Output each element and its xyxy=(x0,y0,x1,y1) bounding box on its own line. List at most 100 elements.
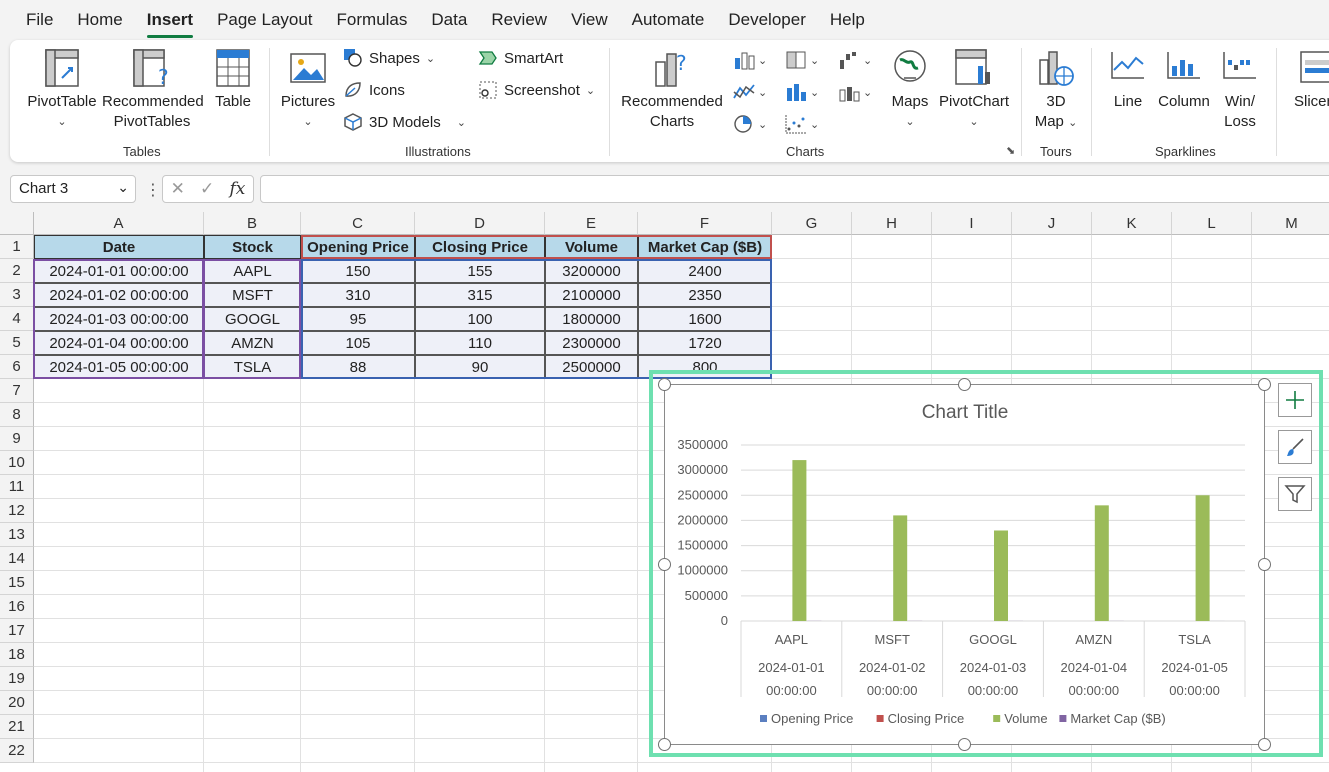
table-cell[interactable]: 1600 xyxy=(638,307,772,331)
table-cell[interactable]: MSFT xyxy=(204,283,301,307)
slicer-button[interactable]: Slicer xyxy=(1292,48,1329,112)
row-header-17[interactable]: 17 xyxy=(0,619,34,643)
table-header-cell[interactable]: Stock xyxy=(204,235,301,259)
row-header-22[interactable]: 22 xyxy=(0,739,34,763)
column-header-c[interactable]: C xyxy=(301,212,415,235)
chart-elements-button[interactable] xyxy=(1278,383,1312,417)
chevron-down-icon[interactable]: ⌄ xyxy=(117,179,129,196)
select-all-corner[interactable] xyxy=(0,212,34,235)
3d-models-button[interactable]: 3D Models ⌄ xyxy=(343,112,466,132)
table-cell[interactable]: 150 xyxy=(301,259,415,283)
column-header-k[interactable]: K xyxy=(1092,212,1172,235)
table-cell[interactable]: 2500000 xyxy=(545,355,638,379)
column-header-j[interactable]: J xyxy=(1012,212,1092,235)
formula-input[interactable] xyxy=(260,175,1329,203)
column-header-m[interactable]: M xyxy=(1252,212,1329,235)
row-header-10[interactable]: 10 xyxy=(0,451,34,475)
column-header-l[interactable]: L xyxy=(1172,212,1252,235)
table-cell[interactable]: 2300000 xyxy=(545,331,638,355)
resize-handle[interactable] xyxy=(658,378,671,391)
column-header-g[interactable]: G xyxy=(772,212,852,235)
table-header-cell[interactable]: Closing Price xyxy=(415,235,545,259)
table-cell[interactable]: TSLA xyxy=(204,355,301,379)
table-cell[interactable]: 105 xyxy=(301,331,415,355)
icons-button[interactable]: Icons xyxy=(343,80,405,100)
row-header-1[interactable]: 1 xyxy=(0,235,34,259)
insert-function-icon[interactable]: fx xyxy=(230,179,246,199)
table-cell[interactable]: 110 xyxy=(415,331,545,355)
pivotchart-button[interactable]: PivotChart ⌄ xyxy=(936,48,1012,132)
column-header-f[interactable]: F xyxy=(638,212,772,235)
row-header-8[interactable]: 8 xyxy=(0,403,34,427)
table-cell[interactable]: 1720 xyxy=(638,331,772,355)
sparkline-winloss-button[interactable]: Win/ Loss xyxy=(1218,48,1262,132)
row-header-4[interactable]: 4 xyxy=(0,307,34,331)
enter-icon[interactable]: ✓ xyxy=(200,179,214,199)
table-cell[interactable]: 310 xyxy=(301,283,415,307)
table-cell[interactable]: 1800000 xyxy=(545,307,638,331)
resize-handle[interactable] xyxy=(958,738,971,751)
row-header-11[interactable]: 11 xyxy=(0,475,34,499)
chart-filters-button[interactable] xyxy=(1278,477,1312,511)
resize-handle[interactable] xyxy=(1258,558,1271,571)
column-header-e[interactable]: E xyxy=(545,212,638,235)
table-cell[interactable]: 2350 xyxy=(638,283,772,307)
row-header-19[interactable]: 19 xyxy=(0,667,34,691)
sparkline-column-button[interactable]: Column xyxy=(1156,48,1212,112)
row-header-15[interactable]: 15 xyxy=(0,571,34,595)
table-cell[interactable]: 155 xyxy=(415,259,545,283)
column-chart-button[interactable]: ⌄ xyxy=(733,50,767,70)
name-box[interactable]: Chart 3 ⌄ xyxy=(10,175,136,203)
table-cell[interactable]: 90 xyxy=(415,355,545,379)
column-header-b[interactable]: B xyxy=(204,212,301,235)
menu-view[interactable]: View xyxy=(571,10,608,30)
shapes-button[interactable]: Shapes ⌄ xyxy=(343,48,435,68)
table-header-cell[interactable]: Market Cap ($B) xyxy=(638,235,772,259)
table-cell[interactable]: 95 xyxy=(301,307,415,331)
column-header-d[interactable]: D xyxy=(415,212,545,235)
combo-chart-button[interactable]: ⌄ xyxy=(838,82,872,102)
column-header-a[interactable]: A xyxy=(34,212,204,235)
table-cell[interactable]: 3200000 xyxy=(545,259,638,283)
chart-styles-button[interactable] xyxy=(1278,430,1312,464)
resize-handle[interactable] xyxy=(958,378,971,391)
column-header-h[interactable]: H xyxy=(852,212,932,235)
resize-handle[interactable] xyxy=(1258,378,1271,391)
row-header-9[interactable]: 9 xyxy=(0,427,34,451)
waterfall-chart-button[interactable]: ⌄ xyxy=(838,50,872,70)
resize-handle[interactable] xyxy=(658,558,671,571)
table-cell[interactable]: AMZN xyxy=(204,331,301,355)
menu-insert[interactable]: Insert xyxy=(146,10,194,38)
table-cell[interactable]: 100 xyxy=(415,307,545,331)
menu-review[interactable]: Review xyxy=(491,10,547,30)
row-header-18[interactable]: 18 xyxy=(0,643,34,667)
menu-help[interactable]: Help xyxy=(830,10,865,30)
table-cell[interactable]: 2024-01-03 00:00:00 xyxy=(34,307,204,331)
column-header-i[interactable]: I xyxy=(932,212,1012,235)
table-header-cell[interactable]: Date xyxy=(34,235,204,259)
3d-map-button[interactable]: 3D Map ⌄ xyxy=(1030,48,1082,133)
row-header-16[interactable]: 16 xyxy=(0,595,34,619)
table-cell[interactable]: 2024-01-04 00:00:00 xyxy=(34,331,204,355)
pictures-button[interactable]: Pictures ⌄ xyxy=(278,48,338,132)
resize-handle[interactable] xyxy=(1258,738,1271,751)
table-cell[interactable]: 2024-01-01 00:00:00 xyxy=(34,259,204,283)
hierarchy-chart-button[interactable]: ⌄ xyxy=(785,50,819,70)
pivottable-button[interactable]: PivotTable ⌄ xyxy=(24,48,100,132)
sparkline-line-button[interactable]: Line xyxy=(1106,48,1150,112)
scatter-chart-button[interactable]: ⌄ xyxy=(785,114,819,134)
table-cell[interactable]: 315 xyxy=(415,283,545,307)
recommended-charts-button[interactable]: ? Recommended Charts xyxy=(620,48,724,132)
table-header-cell[interactable]: Volume xyxy=(545,235,638,259)
row-header-21[interactable]: 21 xyxy=(0,715,34,739)
menu-home[interactable]: Home xyxy=(77,10,122,30)
row-header-12[interactable]: 12 xyxy=(0,499,34,523)
table-cell[interactable]: 88 xyxy=(301,355,415,379)
table-cell[interactable]: GOOGL xyxy=(204,307,301,331)
line-chart-button[interactable]: ⌄ xyxy=(733,82,767,102)
maps-button[interactable]: Maps ⌄ xyxy=(886,48,934,132)
menu-file[interactable]: File xyxy=(26,10,53,30)
row-header-2[interactable]: 2 xyxy=(0,259,34,283)
menu-data[interactable]: Data xyxy=(431,10,467,30)
cancel-icon[interactable]: ✕ xyxy=(171,179,185,199)
